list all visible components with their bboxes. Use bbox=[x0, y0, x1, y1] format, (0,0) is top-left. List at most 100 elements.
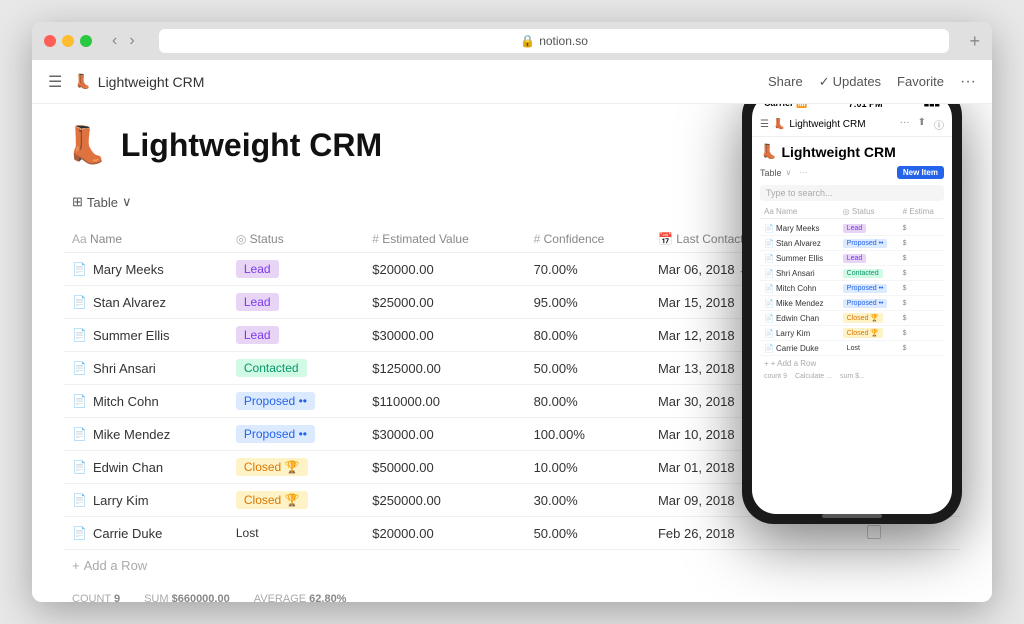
status-badge: Proposed •• bbox=[236, 392, 315, 410]
back-button[interactable]: ‹ bbox=[108, 32, 121, 50]
phone-est-cell: $ bbox=[903, 300, 940, 307]
phone-status-cell: Closed 🏆 bbox=[843, 328, 899, 338]
phone-page-title: 👢 Lightweight CRM bbox=[760, 143, 944, 160]
notion-topbar: ☰ 👢 Lightweight CRM Share ✓ Updates Favo… bbox=[32, 60, 992, 104]
phone-contact-name: 📄 Summer Ellis bbox=[764, 254, 839, 263]
name-cell: 📄 Stan Alvarez bbox=[64, 286, 228, 319]
status-badge: Closed 🏆 bbox=[236, 458, 308, 476]
name-cell: 📄 Mike Mendez bbox=[64, 418, 228, 451]
phone-footer: count 9 Calculate ... sum $... bbox=[760, 371, 944, 382]
phone-topbar: ☰ 👢 Lightweight CRM ··· ⬆ ⓘ bbox=[752, 113, 952, 137]
phone-row-icon: 📄 bbox=[764, 224, 774, 233]
phone-status-cell: Proposed •• bbox=[843, 298, 899, 308]
status-badge: Lead bbox=[236, 326, 279, 344]
phone-count: count 9 bbox=[764, 373, 787, 380]
status-cell: Lead bbox=[228, 286, 364, 319]
phone-content: 👢 Lightweight CRM Table ∨ ··· New Item T… bbox=[752, 137, 952, 514]
avg-label: AVERAGE 62.80% bbox=[254, 593, 347, 602]
table-view-button[interactable]: ⊞ Table ∨ bbox=[64, 190, 140, 214]
contact-name: Edwin Chan bbox=[93, 460, 163, 475]
phone-list-item[interactable]: 📄 Mike Mendez Proposed •• $ bbox=[760, 296, 944, 311]
phone-emoji: 👢 bbox=[760, 143, 777, 160]
phone-est-cell: $ bbox=[903, 240, 940, 247]
phone-status-cell: Contacted bbox=[843, 268, 899, 278]
status-badge: Lead bbox=[236, 260, 279, 278]
phone-info-icon[interactable]: ⓘ bbox=[934, 117, 944, 132]
phone-list-item[interactable]: 📄 Shri Ansari Contacted $ bbox=[760, 266, 944, 281]
confidence-cell: 70.00% bbox=[526, 253, 650, 286]
value-cell: $20000.00 bbox=[364, 517, 525, 550]
phone-home-indicator[interactable] bbox=[822, 514, 882, 518]
value-cell: $25000.00 bbox=[364, 286, 525, 319]
phone-status-badge: Contacted bbox=[843, 269, 883, 278]
browser-titlebar: ‹ › 🔒 notion.so + bbox=[32, 22, 992, 60]
phone-status-cell: Lead bbox=[843, 253, 899, 263]
phone-row-icon: 📄 bbox=[764, 344, 774, 353]
status-badge: Proposed •• bbox=[236, 425, 315, 443]
phone-list-item[interactable]: 📄 Stan Alvarez Proposed •• $ bbox=[760, 236, 944, 251]
contact-name: Summer Ellis bbox=[93, 328, 170, 343]
phone-more-db[interactable]: ··· bbox=[799, 168, 807, 177]
status-cell: Lead bbox=[228, 319, 364, 352]
phone-list-item[interactable]: 📄 Edwin Chan Closed 🏆 $ bbox=[760, 311, 944, 326]
phone-page-icon: 👢 bbox=[773, 119, 785, 130]
phone-contact-name: 📄 Mitch Cohn bbox=[764, 284, 839, 293]
nav-buttons: ‹ › bbox=[108, 32, 139, 50]
row-icon: 📄 bbox=[72, 262, 87, 276]
close-button[interactable] bbox=[44, 35, 56, 47]
new-tab-button[interactable]: + bbox=[969, 31, 980, 52]
status-cell: Proposed •• bbox=[228, 385, 364, 418]
count-value: 9 bbox=[114, 593, 120, 602]
phone-new-item-button[interactable]: New Item bbox=[897, 166, 944, 179]
phone-est-cell: $ bbox=[903, 270, 940, 277]
phone-list-item[interactable]: 📄 Mitch Cohn Proposed •• $ bbox=[760, 281, 944, 296]
share-button[interactable]: Share bbox=[768, 74, 803, 89]
col-header-name: Aa Name bbox=[64, 226, 228, 253]
phone-share-icon[interactable]: ⬆ bbox=[918, 117, 926, 132]
phone-status-badge: Proposed •• bbox=[843, 239, 888, 248]
phone-est-cell: $ bbox=[903, 345, 940, 352]
name-cell: 📄 Mitch Cohn bbox=[64, 385, 228, 418]
phone-battery: ■■■ bbox=[924, 104, 940, 109]
confidence-cell: 10.00% bbox=[526, 451, 650, 484]
value-cell: $110000.00 bbox=[364, 385, 525, 418]
maximize-button[interactable] bbox=[80, 35, 92, 47]
status-badge: Closed 🏆 bbox=[236, 491, 308, 509]
contact-name: Mary Meeks bbox=[93, 262, 164, 277]
page-content: 👢 Lightweight CRM ⊞ Table ∨ Properties F… bbox=[32, 104, 992, 602]
confidence-cell: 30.00% bbox=[526, 484, 650, 517]
name-cell: 📄 Edwin Chan bbox=[64, 451, 228, 484]
col-header-confidence: # Confidence bbox=[526, 226, 650, 253]
phone-contact-name: 📄 Carrie Duke bbox=[764, 344, 839, 353]
browser-window: ‹ › 🔒 notion.so + ☰ 👢 Lightweight CRM Sh… bbox=[32, 22, 992, 602]
favorite-button[interactable]: Favorite bbox=[897, 74, 944, 89]
url-text: notion.so bbox=[539, 34, 588, 48]
phone-db-toolbar: Table ∨ ··· New Item bbox=[760, 166, 944, 179]
value-cell: $250000.00 bbox=[364, 484, 525, 517]
updates-button[interactable]: ✓ Updates bbox=[819, 74, 881, 90]
phone-list-item[interactable]: 📄 Mary Meeks Lead $ bbox=[760, 221, 944, 236]
phone-search-bar[interactable]: Type to search... bbox=[760, 185, 944, 201]
minimize-button[interactable] bbox=[62, 35, 74, 47]
status-cell: Lead bbox=[228, 253, 364, 286]
phone-col-name: Aa Name bbox=[764, 207, 839, 216]
phone-add-row[interactable]: + + Add a Row bbox=[760, 356, 944, 371]
confidence-cell: 80.00% bbox=[526, 319, 650, 352]
phone-list-item[interactable]: 📄 Summer Ellis Lead $ bbox=[760, 251, 944, 266]
more-options-icon[interactable]: ··· bbox=[960, 73, 976, 91]
confidence-cell: 80.00% bbox=[526, 385, 650, 418]
phone-menu-icon[interactable]: ☰ bbox=[760, 119, 769, 130]
phone-plus-icon: + bbox=[764, 359, 769, 368]
phone-more-icon[interactable]: ··· bbox=[900, 117, 910, 132]
phone-list-item[interactable]: 📄 Carrie Duke Lost $ bbox=[760, 341, 944, 356]
menu-icon[interactable]: ☰ bbox=[48, 72, 62, 92]
avg-value: 62.80% bbox=[309, 593, 346, 602]
address-bar[interactable]: 🔒 notion.so bbox=[159, 29, 950, 53]
row-icon: 📄 bbox=[72, 493, 87, 507]
phone-list-item[interactable]: 📄 Larry Kim Closed 🏆 $ bbox=[760, 326, 944, 341]
forward-button[interactable]: › bbox=[125, 32, 138, 50]
page-title: Lightweight CRM bbox=[121, 127, 382, 164]
phone-db-label: Table bbox=[760, 168, 782, 178]
chevron-down-icon: ∨ bbox=[122, 194, 132, 210]
phone-est-cell: $ bbox=[903, 330, 940, 337]
